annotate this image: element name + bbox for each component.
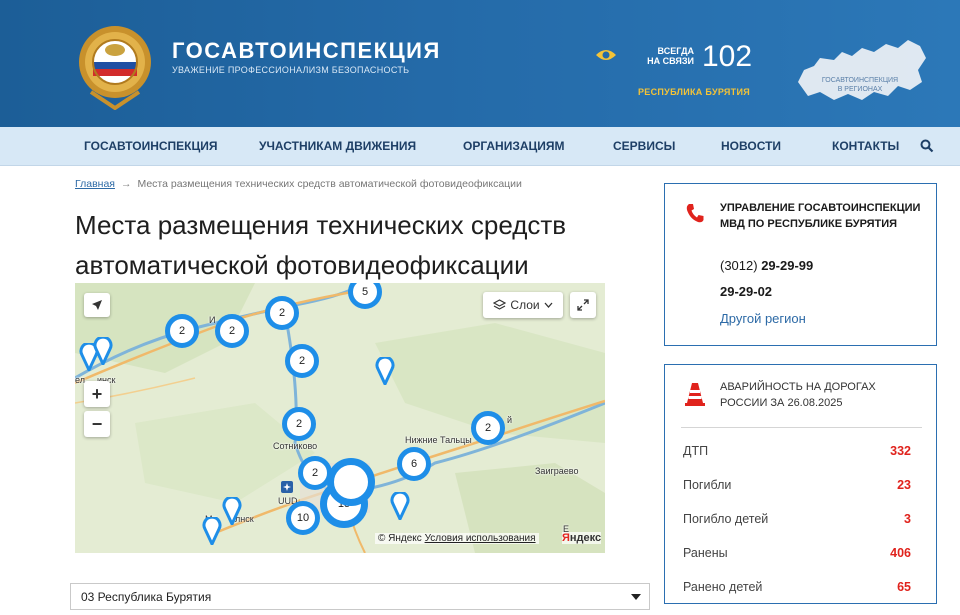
layers-label: Слои	[510, 298, 540, 312]
brand-title[interactable]: ГОСАВТОИНСПЕКЦИЯ	[172, 38, 441, 64]
camera-locations-map[interactable]: ел инск И Сотниково Нижние Тальцы Заигра…	[75, 283, 605, 553]
page-title: Места размещения технических средств авт…	[75, 210, 567, 280]
stat-label: Ранено детей	[683, 580, 763, 594]
region-select-value: 03 Республика Бурятия	[81, 590, 212, 604]
eye-icon[interactable]	[595, 47, 617, 63]
contact-phone-1[interactable]: (3012) 29-29-99	[720, 258, 813, 273]
map-label-nizhnie-taltsy: Нижние Тальцы	[405, 435, 472, 445]
always-line2: НА СВЯЗИ	[647, 56, 694, 66]
zoom-out-button[interactable]: −	[84, 411, 110, 437]
nav-item-gosavtoinspekciya[interactable]: ГОСАВТОИНСПЕКЦИЯ	[84, 139, 218, 153]
stat-value: 23	[897, 478, 911, 492]
camera-pin-icon[interactable]	[93, 337, 113, 365]
stat-label: Ранены	[683, 546, 728, 560]
stat-value: 406	[890, 546, 911, 560]
camera-pin-icon[interactable]	[375, 357, 395, 385]
other-region-link[interactable]: Другой регион	[720, 311, 806, 326]
zoom-in-button[interactable]: +	[84, 381, 110, 407]
hotline-number[interactable]: 102	[702, 40, 752, 74]
layers-icon	[493, 298, 507, 310]
map-label-sotnikovo: Сотниково	[273, 441, 318, 451]
brand-subtitle: УВАЖЕНИЕ ПРОФЕССИОНАЛИЗМ БЕЗОПАСНОСТЬ	[172, 65, 410, 75]
map-label-zaigraevo: Заиграево	[535, 466, 579, 476]
yandex-logo-rest: ндекс	[569, 532, 602, 544]
yandex-logo-y: Я	[562, 532, 570, 544]
chevron-down-icon	[544, 302, 553, 308]
traffic-cone-icon	[685, 383, 705, 406]
accident-stats-card: АВАРИЙНОСТЬ НА ДОРОГАХ РОССИИ ЗА 26.08.2…	[664, 364, 937, 604]
stat-label: Погибли	[683, 478, 732, 492]
stat-value: 65	[897, 580, 911, 594]
breadcrumb: Главная → Места размещения технических сре…	[75, 178, 522, 190]
nav-item-services[interactable]: СЕРВИСЫ	[613, 139, 675, 153]
always-line1: ВСЕГДА	[657, 46, 694, 56]
dropdown-arrow-icon	[631, 594, 641, 600]
regions-map-label[interactable]: ГОСАВТОИНСПЕКЦИЯ В РЕГИОНАХ	[805, 76, 915, 94]
terms-of-use-link[interactable]: Условия использования	[425, 533, 536, 544]
map-label-y: й	[507, 415, 513, 425]
regions-label-line1: ГОСАВТОИНСПЕКЦИЯ	[821, 77, 899, 84]
russia-map-icon[interactable]	[790, 30, 930, 110]
map-cluster[interactable]: 2	[282, 407, 316, 441]
phone-icon	[686, 204, 704, 223]
geolocation-button[interactable]	[84, 293, 110, 317]
breadcrumb-separator: →	[120, 178, 132, 190]
map-cluster[interactable]: 2	[265, 296, 299, 330]
stat-row: Ранено детей 65	[683, 580, 911, 594]
map-cluster[interactable]: 2	[215, 314, 249, 348]
yandex-logo[interactable]: Яндекс	[562, 532, 602, 544]
camera-pin-icon[interactable]	[202, 517, 222, 545]
stat-value: 3	[904, 512, 911, 526]
regions-label-line2: В РЕГИОНАХ	[837, 86, 883, 93]
map-cluster[interactable]: 6	[397, 447, 431, 481]
copyright-text: © Яндекс	[378, 533, 422, 544]
breadcrumb-current: Места размещения технических средств авт…	[137, 178, 522, 190]
phone-code: (3012)	[720, 258, 758, 273]
expand-icon	[577, 299, 589, 311]
camera-pin-icon[interactable]	[390, 492, 410, 520]
contact-card: УПРАВЛЕНИЕ ГОСАВТОИНСПЕКЦИИ МВД ПО РЕСПУ…	[664, 183, 937, 346]
nav-item-news[interactable]: НОВОСТИ	[721, 139, 781, 153]
map-cluster[interactable]: 2	[471, 411, 505, 445]
divider	[681, 427, 922, 428]
camera-pin-icon[interactable]	[222, 497, 242, 525]
stat-label: Погибло детей	[683, 512, 769, 526]
breadcrumb-home-link[interactable]: Главная	[75, 178, 115, 190]
stat-row: Погибли 23	[683, 478, 911, 492]
airport-icon	[281, 481, 293, 493]
stat-row: ДТП 332	[683, 444, 911, 458]
accident-stats-title: АВАРИЙНОСТЬ НА ДОРОГАХ РОССИИ ЗА 26.08.2…	[720, 381, 876, 409]
map-cluster[interactable]: 2	[285, 344, 319, 378]
search-icon[interactable]	[920, 139, 934, 153]
main-nav: ГОСАВТОИНСПЕКЦИЯ УЧАСТНИКАМ ДВИЖЕНИЯ ОРГ…	[0, 127, 960, 166]
stat-label: ДТП	[683, 444, 709, 458]
gai-emblem-logo[interactable]	[75, 22, 155, 110]
map-cluster[interactable]	[327, 458, 375, 506]
region-select[interactable]: 03 Республика Бурятия	[70, 583, 650, 610]
stat-row: Ранены 406	[683, 546, 911, 560]
contact-title: УПРАВЛЕНИЕ ГОСАВТОИНСПЕКЦИИ МВД ПО РЕСПУ…	[720, 202, 921, 230]
map-layers-button[interactable]: Слои	[483, 292, 563, 318]
nav-item-organizations[interactable]: ОРГАНИЗАЦИЯМ	[463, 139, 565, 153]
site-header: ГОСАВТОИНСПЕКЦИЯ УВАЖЕНИЕ ПРОФЕССИОНАЛИЗ…	[0, 0, 960, 127]
stat-row: Погибло детей 3	[683, 512, 911, 526]
region-name[interactable]: РЕСПУБЛИКА БУРЯТИЯ	[638, 87, 750, 97]
phone-number-1: 29-29-99	[761, 258, 814, 273]
map-cluster[interactable]: 2	[165, 314, 199, 348]
always-available-label: ВСЕГДА НА СВЯЗИ	[630, 46, 694, 66]
contact-phone-2[interactable]: 29-29-02	[720, 284, 772, 299]
navigation-arrow-icon	[92, 300, 102, 310]
map-cluster[interactable]: 10	[286, 501, 320, 535]
nav-item-contacts[interactable]: КОНТАКТЫ	[832, 139, 899, 153]
fullscreen-button[interactable]	[570, 292, 596, 318]
nav-item-road-users[interactable]: УЧАСТНИКАМ ДВИЖЕНИЯ	[259, 139, 416, 153]
stat-value: 332	[890, 444, 911, 458]
map-label-i: И	[209, 315, 216, 325]
map-copyright: © Яндекс Условия использования	[375, 533, 539, 544]
